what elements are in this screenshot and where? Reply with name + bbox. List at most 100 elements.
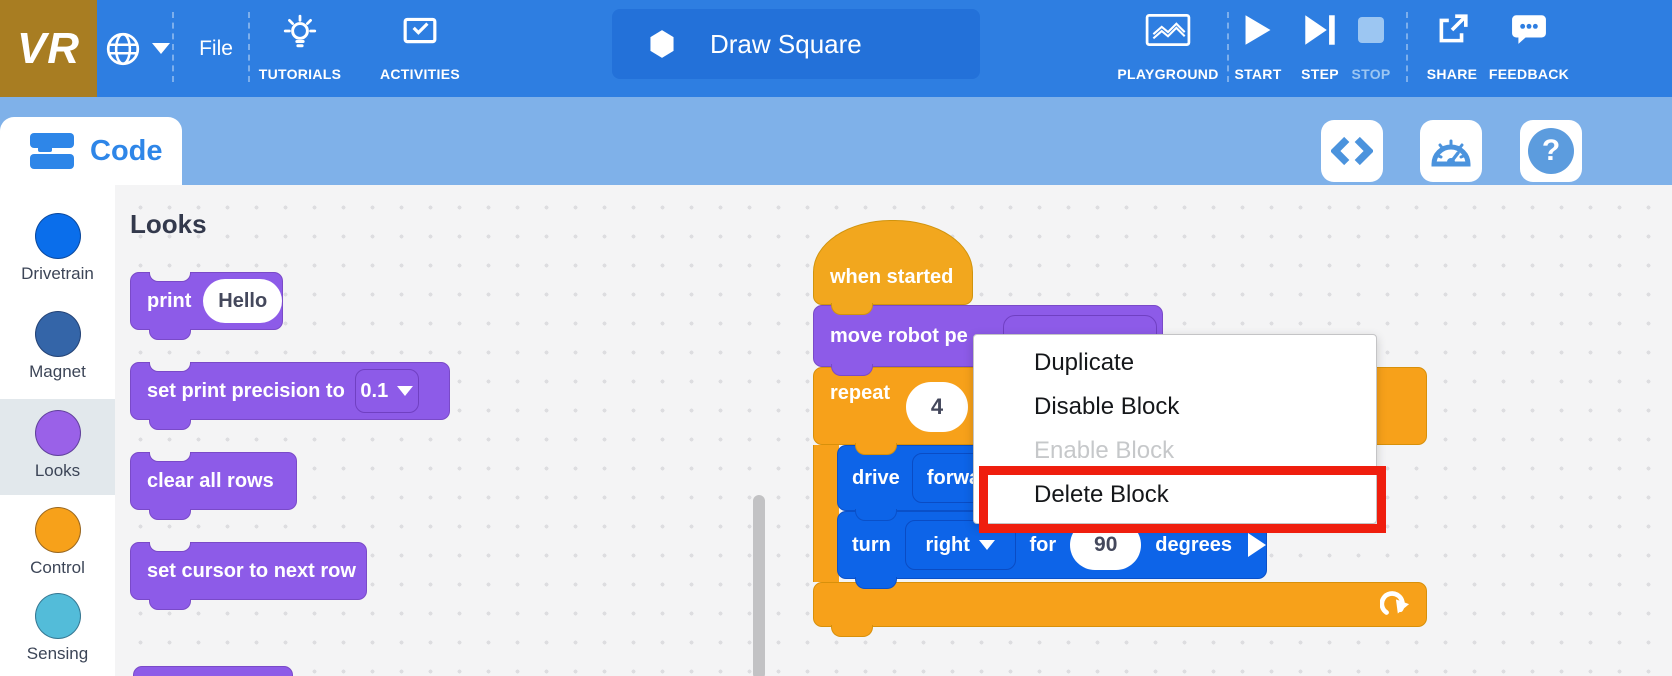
palette-heading: Looks: [130, 209, 207, 240]
code-brackets-icon: [1331, 136, 1373, 166]
block-label: set print precision to: [147, 380, 345, 403]
start-label: START: [1234, 66, 1281, 82]
lightbulb-icon: [282, 13, 318, 51]
stop-label: STOP: [1351, 66, 1390, 82]
looks-category-icon[interactable]: [35, 410, 81, 456]
checklist-icon: [402, 13, 438, 47]
share-label: SHARE: [1427, 66, 1478, 82]
feedback-bubble-icon: [1511, 13, 1547, 45]
sidebar-item-sensing[interactable]: Sensing: [0, 593, 115, 664]
divider: [248, 12, 250, 82]
file-menu-button[interactable]: File: [186, 0, 246, 97]
palette-scrollbar[interactable]: [753, 495, 765, 676]
step-button[interactable]: STEP: [1292, 10, 1348, 88]
block-set-print-precision[interactable]: set print precision to 0.1: [130, 362, 450, 420]
category-label: Sensing: [27, 644, 88, 664]
block-bump: [831, 625, 873, 637]
workspace: Drivetrain Magnet Looks Control Sensing …: [0, 185, 1672, 676]
stop-button: STOP: [1347, 10, 1395, 88]
block-label: degrees: [1155, 534, 1232, 557]
dashboard-button[interactable]: [1420, 120, 1482, 182]
block-label: print: [147, 290, 191, 313]
block-bump: [831, 364, 873, 376]
feedback-label: FEEDBACK: [1489, 66, 1569, 82]
block-label: move robot pe: [830, 325, 968, 348]
activities-label: ACTIVITIES: [380, 66, 460, 82]
turn-direction-dropdown[interactable]: right: [905, 520, 1016, 570]
play-icon: [1243, 13, 1273, 47]
block-when-started[interactable]: when started: [813, 220, 973, 305]
playground-button[interactable]: PLAYGROUND: [1108, 10, 1228, 88]
share-icon: [1435, 13, 1469, 47]
dropdown-value: 0.1: [360, 380, 388, 403]
playground-label: PLAYGROUND: [1117, 66, 1218, 82]
gauge-icon: [1429, 133, 1473, 169]
project-name-button[interactable]: Draw Square: [612, 9, 980, 79]
repeat-count-input[interactable]: 4: [906, 382, 968, 432]
block-bump: [831, 303, 873, 315]
share-button[interactable]: SHARE: [1421, 10, 1483, 88]
magnet-category-icon[interactable]: [35, 311, 81, 357]
help-button[interactable]: ?: [1520, 120, 1582, 182]
menu-item-disable-block[interactable]: Disable Block: [974, 385, 1376, 429]
repeat-arm-bottom[interactable]: [813, 582, 1427, 627]
text-code-view-button[interactable]: [1321, 120, 1383, 182]
divider: [172, 12, 174, 82]
degrees-input[interactable]: 90: [1070, 520, 1141, 570]
sidebar-item-drivetrain[interactable]: Drivetrain: [0, 213, 115, 284]
playground-icon: [1145, 13, 1191, 47]
vr-logo[interactable]: VR: [0, 0, 97, 97]
start-button[interactable]: START: [1231, 10, 1285, 88]
block-clear-all-rows[interactable]: clear all rows: [130, 452, 297, 510]
sidebar-item-magnet[interactable]: Magnet: [0, 311, 115, 382]
toolbar: Code ?: [0, 97, 1672, 185]
hexagon-icon: [648, 29, 676, 59]
block-partial[interactable]: [133, 666, 293, 676]
blocks-icon: [30, 132, 76, 170]
sensing-category-icon[interactable]: [35, 593, 81, 639]
block-bump: [855, 509, 897, 521]
chevron-down-icon: [979, 540, 995, 550]
language-selector[interactable]: [104, 0, 170, 97]
stop-icon: [1358, 17, 1384, 43]
category-label: Control: [30, 558, 85, 578]
vr-logo-text: VR: [17, 24, 80, 74]
context-menu: Duplicate Disable Block Enable Block Del…: [973, 334, 1377, 524]
block-label: when started: [830, 266, 953, 289]
precision-dropdown[interactable]: 0.1: [355, 369, 419, 413]
block-notch: [149, 452, 191, 462]
sidebar-item-looks[interactable]: Looks: [0, 399, 115, 495]
tab-code[interactable]: Code: [0, 117, 182, 185]
drivetrain-category-icon[interactable]: [35, 213, 81, 259]
chevron-down-icon: [397, 386, 413, 396]
category-label: Drivetrain: [21, 264, 94, 284]
activities-button[interactable]: ACTIVITIES: [372, 10, 468, 88]
feedback-button[interactable]: FEEDBACK: [1487, 10, 1571, 88]
block-label: for: [1030, 534, 1057, 557]
block-bump: [149, 509, 191, 520]
block-label: drive: [852, 467, 900, 490]
block-set-cursor-next-row[interactable]: set cursor to next row: [130, 542, 367, 600]
step-label: STEP: [1301, 66, 1339, 82]
category-sidebar: Drivetrain Magnet Looks Control Sensing: [0, 185, 115, 676]
menu-item-duplicate[interactable]: Duplicate: [974, 341, 1376, 385]
top-menu-bar: VR File TUTORIALS A: [0, 0, 1672, 97]
block-notch: [149, 272, 191, 282]
vexcode-vr-app: VR File TUTORIALS A: [0, 0, 1672, 676]
menu-item-enable-block: Enable Block: [974, 429, 1376, 473]
block-notch: [149, 542, 191, 552]
block-bump: [855, 577, 897, 589]
sidebar-item-control[interactable]: Control: [0, 507, 115, 578]
block-label: clear all rows: [147, 470, 274, 493]
tutorials-button[interactable]: TUTORIALS: [252, 10, 348, 88]
divider: [1227, 12, 1229, 82]
repeat-arm[interactable]: [813, 445, 839, 582]
question-mark-icon: ?: [1528, 128, 1574, 174]
block-print[interactable]: print Hello: [130, 272, 283, 330]
chevron-down-icon: [152, 43, 170, 54]
text-input[interactable]: Hello: [203, 279, 282, 323]
project-name: Draw Square: [710, 29, 862, 60]
expand-play-icon[interactable]: [1248, 533, 1266, 557]
control-category-icon[interactable]: [35, 507, 81, 553]
menu-item-delete-block[interactable]: Delete Block: [974, 473, 1376, 517]
